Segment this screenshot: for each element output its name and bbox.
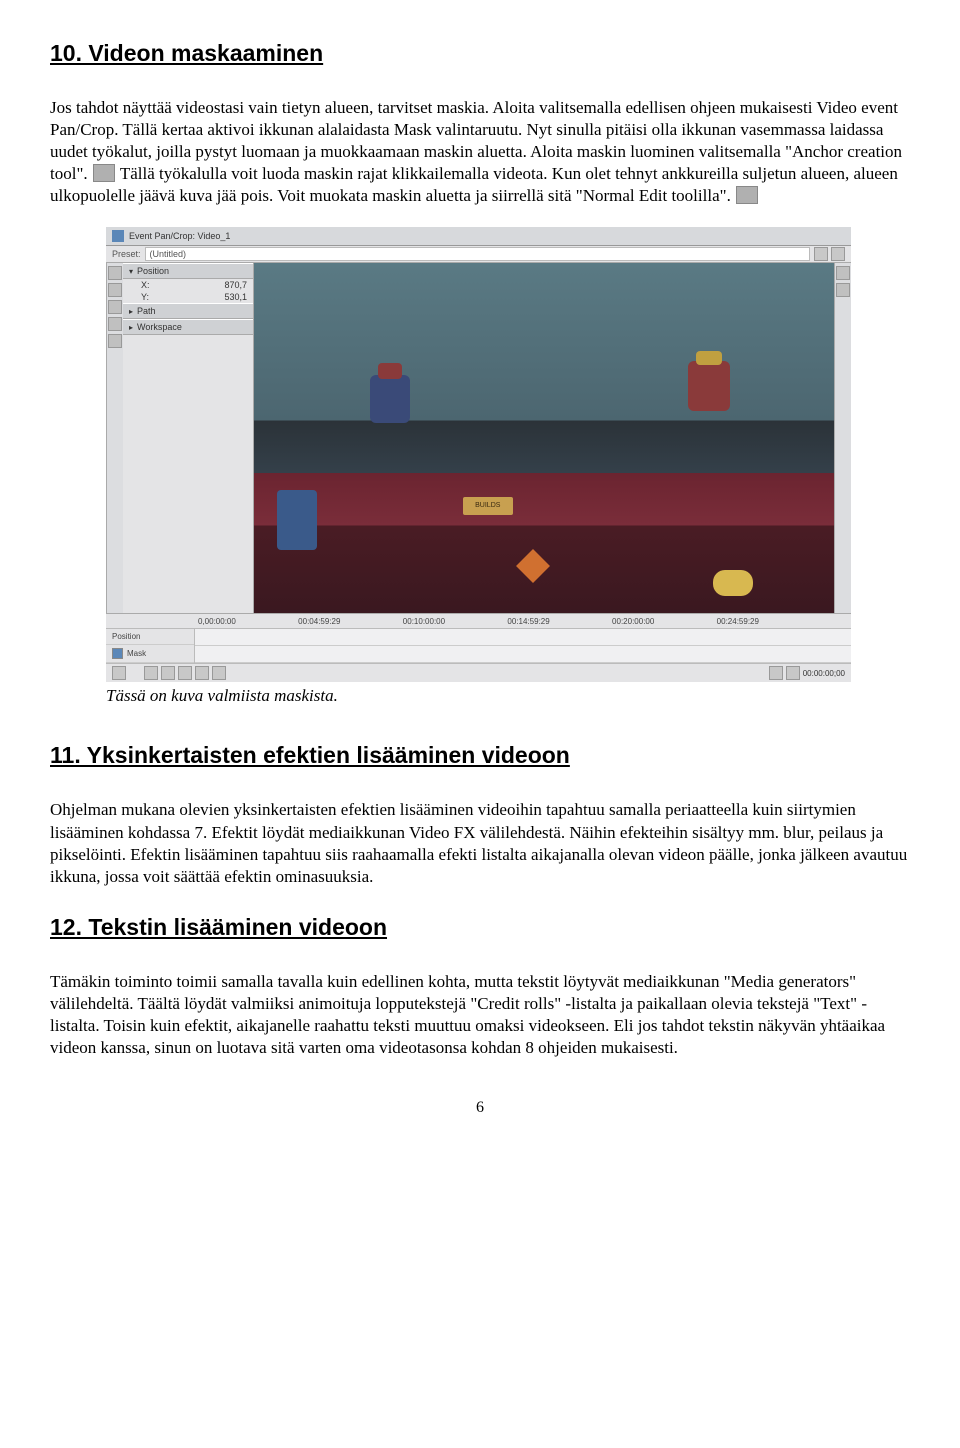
position-y-row: Y:530,1 <box>123 291 253 303</box>
section-11-paragraph: Ohjelman mukana olevien yksinkertaisten … <box>50 799 910 887</box>
prev-keyframe-button[interactable] <box>161 666 175 680</box>
preview-canvas[interactable]: BUILDS <box>254 263 834 613</box>
view-tool-2[interactable] <box>836 283 850 297</box>
preset-label: Preset: <box>112 249 141 259</box>
last-keyframe-button[interactable] <box>212 666 226 680</box>
screenshot-caption: Tässä on kuva valmiista maskista. <box>106 686 910 706</box>
game-gem <box>516 549 550 583</box>
zoom-out-button[interactable] <box>769 666 783 680</box>
window-icon <box>112 230 124 242</box>
game-duck <box>713 570 753 596</box>
expand-icon: ▸ <box>129 307 133 316</box>
position-panel-header[interactable]: ▾Position <box>123 263 253 279</box>
mask-checkbox[interactable] <box>112 648 123 659</box>
view-tool-1[interactable] <box>836 266 850 280</box>
normal-edit-tool-icon <box>736 186 758 204</box>
position-y-value[interactable]: 530,1 <box>224 292 247 302</box>
path-panel-header[interactable]: ▸Path <box>123 303 253 319</box>
timecode-display[interactable]: 00:00:00;00 <box>803 669 845 678</box>
preset-bar: Preset: (Untitled) <box>106 246 851 263</box>
collapse-icon: ▾ <box>129 267 133 276</box>
position-x-value[interactable]: 870,7 <box>224 280 247 290</box>
section-12-heading: 12. Tekstin lisääminen videoon <box>50 914 910 941</box>
section-10-paragraph: Jos tahdot näyttää videostasi vain tiety… <box>50 97 910 207</box>
section-10-text-middle: Tällä työkalulla voit luoda maskin rajat… <box>50 164 898 205</box>
position-track-label[interactable]: Position <box>106 629 194 645</box>
add-keyframe-button[interactable] <box>178 666 192 680</box>
zoom-tool-button[interactable] <box>108 300 122 314</box>
preset-delete-icon[interactable] <box>831 247 845 261</box>
game-character-left <box>370 375 410 423</box>
next-keyframe-button[interactable] <box>195 666 209 680</box>
game-block <box>277 490 317 550</box>
mask-track-label[interactable]: Mask <box>106 645 194 663</box>
sync-cursor-button[interactable] <box>112 666 126 680</box>
expand-icon: ▸ <box>129 323 133 332</box>
move-tool-button[interactable] <box>108 317 122 331</box>
right-tool-palette <box>834 263 851 613</box>
anchor-creation-tool-button[interactable] <box>108 283 122 297</box>
properties-panel: ▾Position X:870,7 Y:530,1 ▸Path ▸Workspa… <box>123 263 254 613</box>
section-11-heading: 11. Yksinkertaisten efektien lisääminen … <box>50 742 910 769</box>
preset-save-icon[interactable] <box>814 247 828 261</box>
first-keyframe-button[interactable] <box>144 666 158 680</box>
game-sign: BUILDS <box>463 497 513 515</box>
transport-bar: 00:00:00;00 <box>106 663 851 682</box>
position-x-row: X:870,7 <box>123 279 253 291</box>
timeline-ruler[interactable]: 0,00:00:00 00:04:59:29 00:10:00:00 00:14… <box>106 614 851 629</box>
ruler-tick: 00:04:59:29 <box>298 617 340 626</box>
ruler-tick: 00:20:00:00 <box>612 617 654 626</box>
mask-track-lane[interactable] <box>195 646 851 663</box>
section-10-heading: 10. Videon maskaaminen <box>50 40 910 67</box>
page-number: 6 <box>50 1099 910 1117</box>
zoom-in-button[interactable] <box>786 666 800 680</box>
snap-tool-button[interactable] <box>108 334 122 348</box>
position-track-lane[interactable] <box>195 629 851 646</box>
window-titlebar: Event Pan/Crop: Video_1 <box>106 227 851 246</box>
screenshot-container: Event Pan/Crop: Video_1 Preset: (Untitle… <box>106 227 851 682</box>
window-title: Event Pan/Crop: Video_1 <box>129 231 230 241</box>
preset-dropdown[interactable]: (Untitled) <box>145 247 810 261</box>
anchor-tool-icon <box>93 164 115 182</box>
ruler-tick: 00:10:00:00 <box>403 617 445 626</box>
ruler-tick: 0,00:00:00 <box>198 617 236 626</box>
normal-edit-tool-button[interactable] <box>108 266 122 280</box>
ruler-tick: 00:14:59:29 <box>507 617 549 626</box>
workspace-panel-header[interactable]: ▸Workspace <box>123 319 253 335</box>
game-character-right <box>688 361 730 411</box>
tool-palette <box>106 263 123 613</box>
section-12-paragraph: Tämäkin toiminto toimii samalla tavalla … <box>50 971 910 1059</box>
event-pan-crop-screenshot: Event Pan/Crop: Video_1 Preset: (Untitle… <box>106 227 851 682</box>
ruler-tick: 00:24:59:29 <box>717 617 759 626</box>
timeline-area: 0,00:00:00 00:04:59:29 00:10:00:00 00:14… <box>106 613 851 682</box>
